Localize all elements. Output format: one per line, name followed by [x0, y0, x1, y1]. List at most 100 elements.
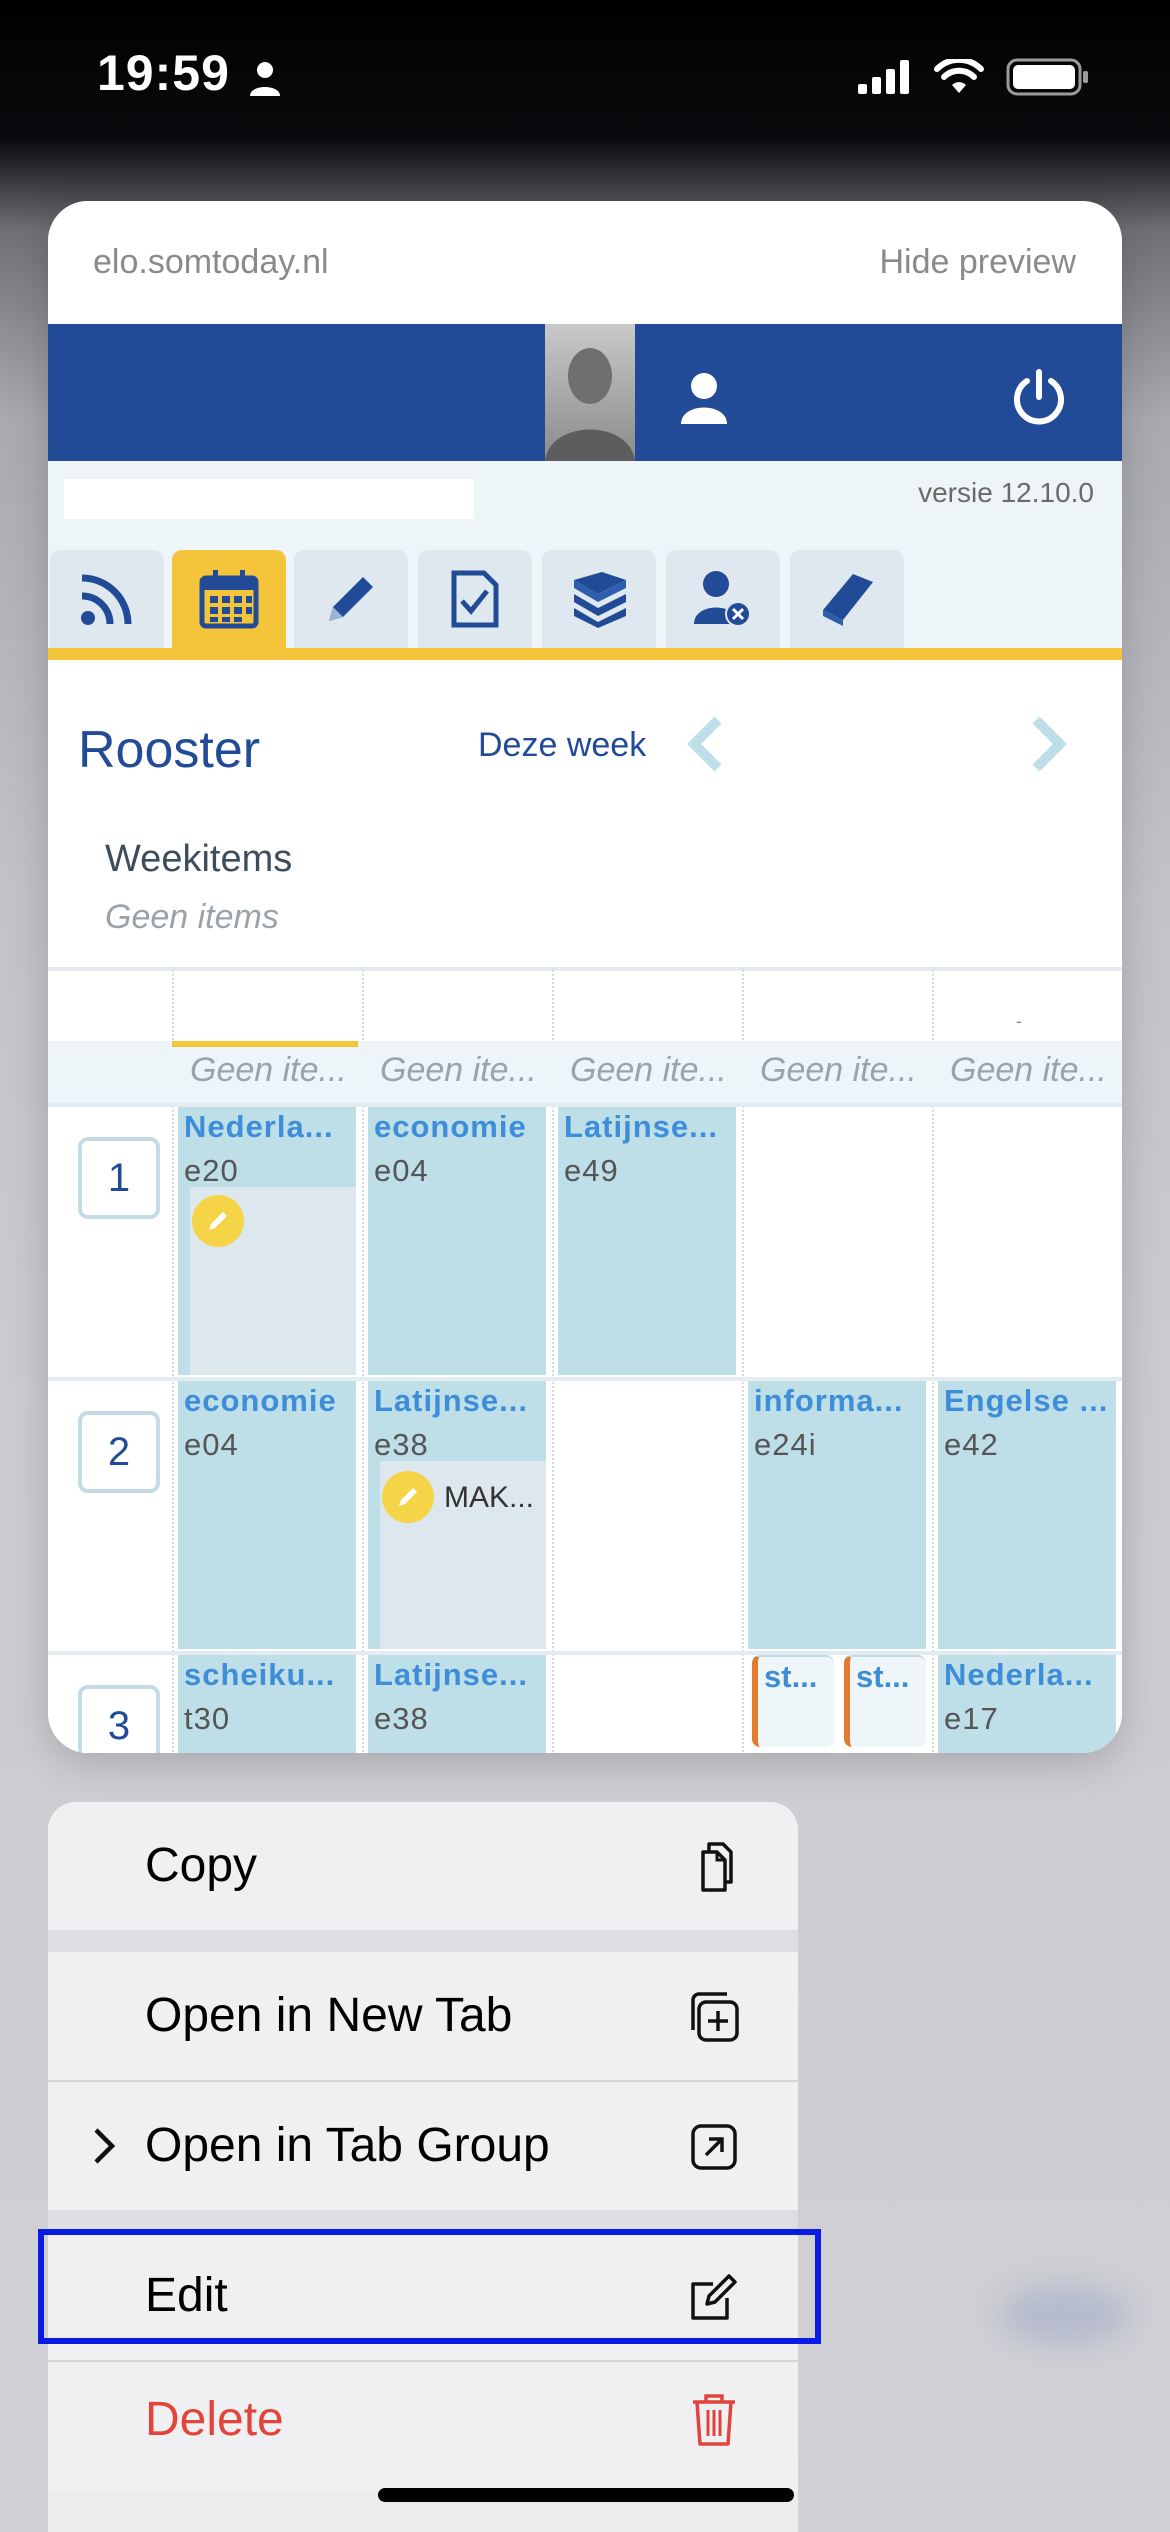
lesson-cell[interactable]: scheiku... t30	[178, 1655, 356, 1753]
lesson-subject: Latijnse...	[564, 1109, 718, 1144]
avatar	[545, 324, 635, 461]
hide-preview-button[interactable]: Hide preview	[879, 243, 1076, 282]
lesson-cell[interactable]: informa... e24i	[748, 1381, 926, 1649]
lesson-cell[interactable]: st...	[752, 1655, 834, 1747]
lesson-room: e24i	[754, 1427, 817, 1462]
lesson-cell[interactable]: st...	[844, 1655, 926, 1747]
lesson-subject: Nederla...	[184, 1109, 334, 1144]
day-empty-2: Geen ite...	[380, 1051, 537, 1089]
open-new-tab-menu-item[interactable]: Open in New Tab	[48, 1952, 798, 2080]
lesson-cell[interactable]: Latijnse... e49	[558, 1107, 736, 1375]
rss-icon	[81, 574, 132, 625]
tab-studiewijzer[interactable]	[790, 550, 904, 648]
home-indicator[interactable]	[378, 2488, 794, 2502]
homework-note: MAK...	[444, 1481, 535, 1514]
lesson-room: e38	[374, 1427, 429, 1462]
tab-vakken[interactable]	[542, 550, 656, 648]
copy-icon	[701, 1842, 733, 1892]
today-indicator	[172, 1041, 358, 1047]
lesson-subject: Engelse ...	[944, 1383, 1109, 1418]
edit-highlight-box	[38, 2229, 821, 2344]
page-title: Rooster	[78, 721, 261, 779]
lesson-cell[interactable]: Latijnse... e38	[368, 1655, 546, 1753]
lesson-room: e42	[944, 1427, 999, 1462]
lesson-subject: economie	[184, 1383, 337, 1418]
preview-url: elo.somtoday.nl	[93, 243, 329, 281]
chevron-right-icon	[94, 2128, 116, 2164]
user-icon[interactable]	[680, 372, 728, 424]
weekitems-label: Weekitems	[105, 838, 293, 880]
hour-2: 2	[78, 1411, 160, 1493]
context-menu: Copy Open in New Tab Open in Tab Group E…	[48, 1802, 798, 2532]
lesson-room: e04	[374, 1153, 429, 1188]
delete-label: Delete	[145, 2393, 284, 2446]
checklist-icon	[451, 570, 499, 628]
lesson-room: e38	[374, 1701, 429, 1736]
date-marker: -	[1016, 1011, 1022, 1031]
tab-feed[interactable]	[50, 550, 164, 648]
delete-menu-item[interactable]: Delete	[48, 2362, 798, 2490]
lesson-subject: economie	[374, 1109, 527, 1144]
arrow-up-right-square-icon	[691, 2124, 737, 2170]
lesson-room: e17	[944, 1701, 999, 1736]
lesson-room: t30	[184, 1701, 231, 1736]
day-empty-4: Geen ite...	[760, 1051, 917, 1089]
lesson-subject: scheiku...	[184, 1657, 336, 1692]
lesson-subject: informa...	[754, 1383, 904, 1418]
tab-rooster[interactable]	[172, 550, 286, 648]
chevron-left-icon[interactable]	[684, 714, 728, 774]
site-header	[48, 324, 1122, 461]
lesson-cell[interactable]: economie e04	[178, 1381, 356, 1649]
new-tab-icon	[691, 1992, 739, 2042]
school-name-field	[64, 479, 474, 519]
lesson-subject: Latijnse...	[374, 1657, 528, 1692]
nav-tabs	[48, 546, 1122, 660]
tab-afwezigheid[interactable]	[666, 550, 780, 648]
lesson-cell[interactable]: Nederla... e17	[938, 1655, 1116, 1753]
weekitems-empty: Geen items	[105, 898, 279, 936]
open-new-tab-label: Open in New Tab	[145, 1989, 513, 2042]
user-remove-icon	[694, 571, 751, 627]
status-time: 19:59	[97, 45, 230, 101]
lesson-cell[interactable]: Nederla... e20	[178, 1107, 356, 1375]
hour-3: 3	[78, 1685, 160, 1753]
tab-huiswerk[interactable]	[294, 550, 408, 648]
sub-bar: versie 12.10.0	[48, 461, 1122, 546]
day-empty-5: Geen ite...	[950, 1051, 1107, 1089]
wifi-icon	[934, 59, 984, 93]
lesson-cell[interactable]: Latijnse... e38 MAK...	[368, 1381, 546, 1649]
preview-url-bar: elo.somtoday.nl Hide preview	[48, 201, 1122, 324]
week-selector[interactable]: Deze week	[478, 726, 646, 765]
status-bar: 19:59	[0, 0, 1170, 150]
homework-pencil-icon	[382, 1471, 434, 1523]
lesson-room: e04	[184, 1427, 239, 1462]
tab-cijfers[interactable]	[418, 550, 532, 648]
calendar-icon	[199, 570, 259, 629]
lesson-subject: Latijnse...	[374, 1383, 528, 1418]
day-empty-1: Geen ite...	[190, 1051, 347, 1089]
lesson-subject: Nederla...	[944, 1657, 1094, 1692]
lesson-cell[interactable]: economie e04	[368, 1107, 546, 1375]
day-empty-3: Geen ite...	[570, 1051, 727, 1089]
version-label: versie 12.10.0	[918, 477, 1094, 508]
chevron-right-icon[interactable]	[1026, 714, 1070, 774]
trash-icon	[693, 2394, 735, 2446]
copy-label: Copy	[145, 1839, 258, 1892]
background-blur	[1000, 2285, 1130, 2345]
lesson-room: e20	[184, 1153, 239, 1188]
lesson-room: e49	[564, 1153, 619, 1188]
battery-icon	[1006, 58, 1088, 96]
person-icon	[250, 62, 280, 96]
power-icon[interactable]	[1010, 369, 1068, 427]
open-tab-group-menu-item[interactable]: Open in Tab Group	[48, 2082, 798, 2210]
book-icon	[823, 574, 873, 626]
open-tab-group-label: Open in Tab Group	[145, 2119, 550, 2172]
lesson-subject: st...	[764, 1659, 818, 1694]
link-preview-card[interactable]: elo.somtoday.nl Hide preview versie 12.1…	[48, 201, 1122, 1753]
rooster-content: Rooster Deze week Weekitems Geen items -…	[48, 660, 1122, 1753]
copy-menu-item[interactable]: Copy	[48, 1802, 798, 1930]
lesson-cell[interactable]: Engelse ... e42	[938, 1381, 1116, 1649]
lesson-subject: st...	[856, 1659, 910, 1694]
hour-1: 1	[78, 1137, 160, 1219]
rooster-grid: - Geen ite... Geen ite... Geen ite... Ge…	[48, 967, 1122, 1753]
